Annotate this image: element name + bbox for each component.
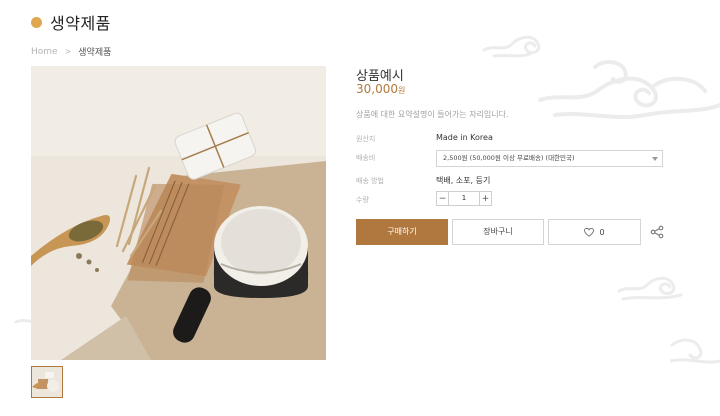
cart-button[interactable]: 장바구니 <box>452 219 544 245</box>
breadcrumb-home-link[interactable]: Home <box>31 47 58 57</box>
page-header: 생약제품 <box>31 10 111 34</box>
buy-button[interactable]: 구매하기 <box>356 219 448 245</box>
product-price: 30,000원 <box>356 82 405 96</box>
quantity-input[interactable]: 1 <box>449 191 479 206</box>
cloud-decoration-right <box>538 60 720 119</box>
breadcrumb-separator: > <box>64 47 72 56</box>
share-icon <box>650 225 664 239</box>
product-description: 상품에 대한 요약설명이 들어가는 자리입니다. <box>356 110 509 119</box>
quantity-increase-button[interactable]: + <box>479 191 492 206</box>
product-price-value: 30,000 <box>356 82 398 96</box>
product-price-unit: 원 <box>398 86 406 95</box>
wishlist-button[interactable]: 0 <box>548 219 641 245</box>
origin-label: 원산지 <box>356 135 376 143</box>
heart-icon <box>584 227 595 237</box>
shipping-fee-label: 배송비 <box>356 154 376 162</box>
breadcrumb-current: 생약제품 <box>78 48 112 58</box>
cloud-decoration-lower-right <box>617 276 683 301</box>
shipping-method-label: 배송 방법 <box>356 177 384 185</box>
product-main-image <box>31 66 326 360</box>
chevron-down-icon <box>652 157 658 161</box>
quantity-stepper: − 1 + <box>436 191 492 206</box>
product-thumbnail[interactable] <box>31 366 63 398</box>
wishlist-count: 0 <box>599 227 605 237</box>
quantity-label: 수량 <box>356 196 369 204</box>
page-title: 생약제품 <box>50 14 111 33</box>
quantity-decrease-button[interactable]: − <box>436 191 449 206</box>
share-button[interactable] <box>650 224 664 239</box>
breadcrumb: Home > 생약제품 <box>31 45 112 59</box>
cloud-decoration-bottom-right <box>670 338 720 364</box>
shipping-method-value: 택배, 소포, 등기 <box>436 176 491 185</box>
circle-dot-icon <box>31 16 42 28</box>
origin-value: Made in Korea <box>436 133 493 142</box>
shipping-fee-selected: 2,500원 (50,000원 이상 무료배송) (대한민국) <box>443 154 575 162</box>
shipping-fee-select[interactable]: 2,500원 (50,000원 이상 무료배송) (대한민국) <box>436 150 663 167</box>
